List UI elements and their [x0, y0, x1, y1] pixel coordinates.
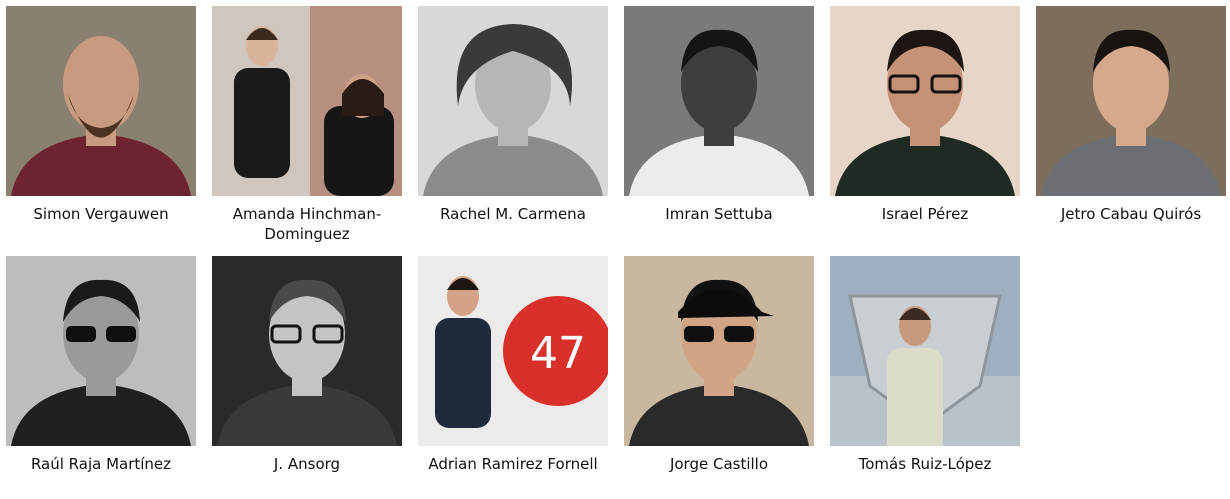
speaker-card[interactable]: Imran Settuba [616, 6, 822, 224]
speaker-card[interactable]: 47 Adrian Ramirez Fornell [410, 256, 616, 474]
speaker-name: Simon Vergauwen [33, 205, 169, 223]
speaker-photo[interactable] [624, 6, 814, 196]
speaker-card[interactable]: Amanda Hinchman-Dominguez [204, 6, 410, 244]
speaker-card[interactable]: Jetro Cabau Quirós [1028, 6, 1230, 224]
speaker-card[interactable]: Simon Vergauwen [0, 6, 204, 224]
speaker-name: Amanda Hinchman-Dominguez [232, 205, 382, 243]
speaker-name: J. Ansorg [273, 455, 341, 473]
speaker-photo[interactable] [830, 256, 1020, 446]
speaker-photo[interactable] [830, 6, 1020, 196]
speaker-card[interactable]: Rachel M. Carmena [410, 6, 616, 224]
speaker-photo[interactable] [624, 256, 814, 446]
speaker-name: Raúl Raja Martínez [30, 455, 172, 473]
speaker-photo[interactable] [418, 6, 608, 196]
speaker-name: Israel Pérez [881, 205, 969, 223]
speaker-photo[interactable] [212, 6, 402, 196]
speaker-name: Tomás Ruiz-López [858, 455, 992, 473]
speaker-card[interactable]: Tomás Ruiz-López [822, 256, 1028, 474]
speaker-name: Imran Settuba [665, 205, 773, 223]
speaker-name: Rachel M. Carmena [440, 205, 586, 223]
speaker-grid: Simon Vergauwen Amanda Hinchman-Dominguez… [0, 0, 1230, 499]
speaker-card[interactable]: Israel Pérez [822, 6, 1028, 224]
speaker-name: Jetro Cabau Quirós [1060, 205, 1202, 223]
speaker-photo[interactable] [212, 256, 402, 446]
speaker-photo[interactable] [1036, 6, 1226, 196]
speaker-photo[interactable]: 47 [418, 256, 608, 446]
svg-text:47: 47 [530, 328, 586, 379]
speaker-card[interactable]: Jorge Castillo [616, 256, 822, 474]
speaker-card[interactable]: J. Ansorg [204, 256, 410, 474]
speaker-card[interactable]: Raúl Raja Martínez [0, 256, 204, 474]
speaker-photo[interactable] [6, 256, 196, 446]
speaker-name: Jorge Castillo [669, 455, 769, 473]
speaker-name: Adrian Ramirez Fornell [428, 455, 598, 473]
speaker-photo[interactable] [6, 6, 196, 196]
